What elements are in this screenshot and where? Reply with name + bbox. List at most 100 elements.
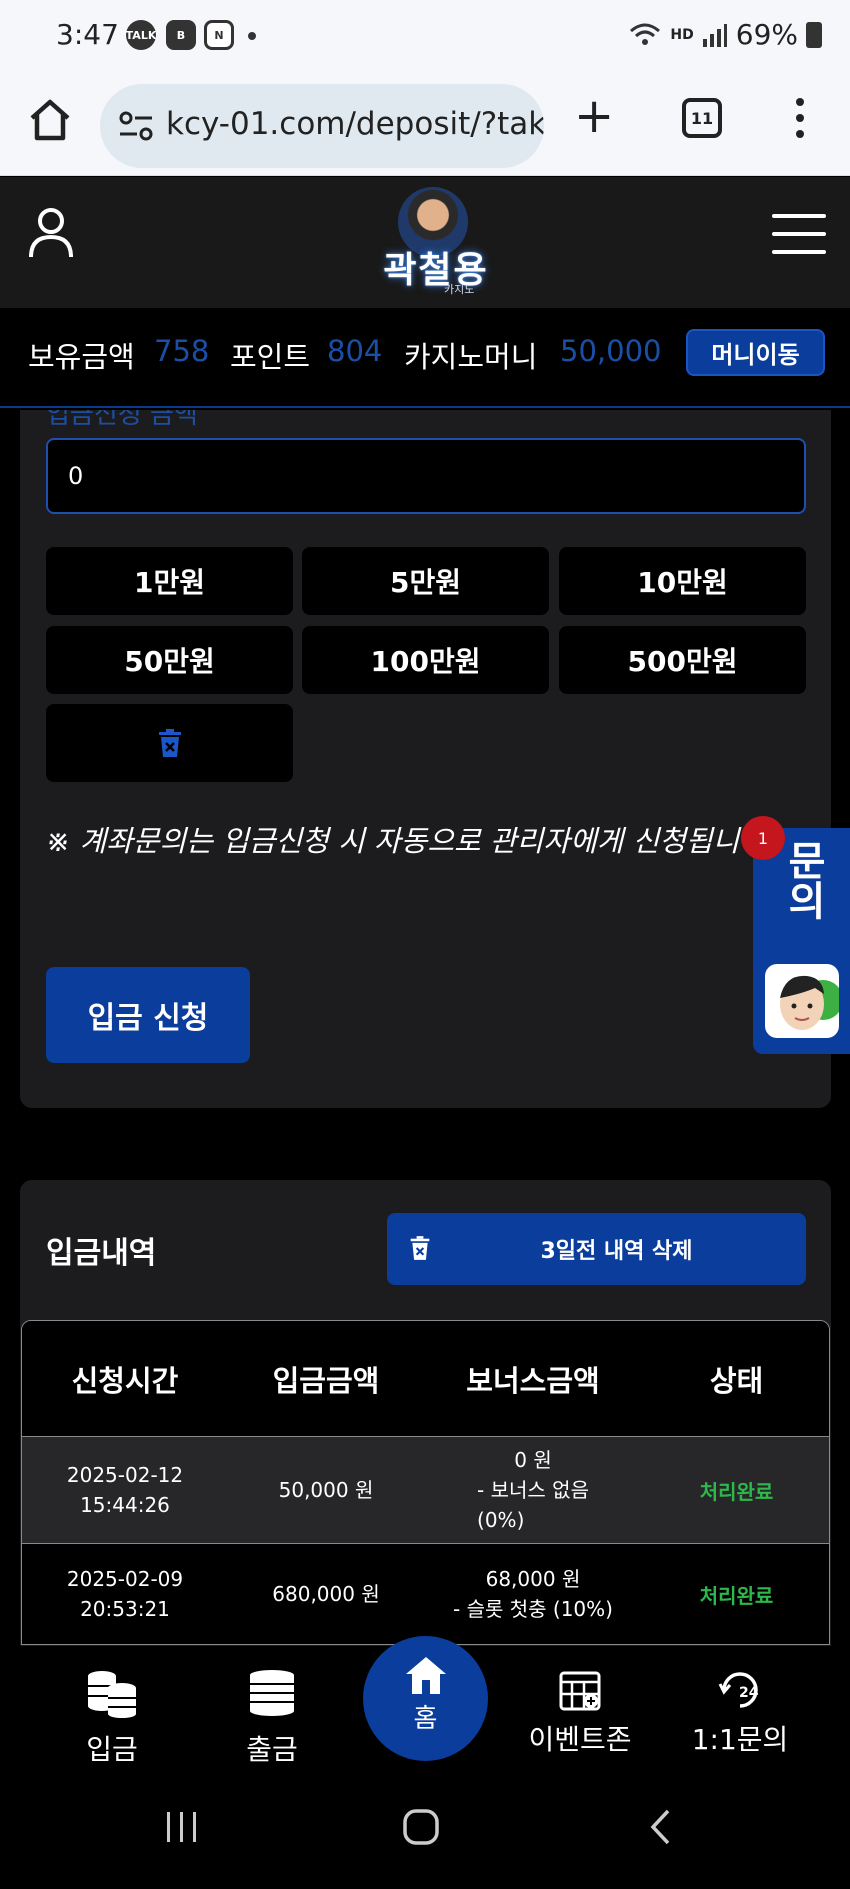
signal-icon xyxy=(702,23,727,47)
user-icon[interactable] xyxy=(28,207,74,259)
new-tab-icon[interactable]: + xyxy=(574,92,614,140)
col-status: 상태 xyxy=(709,1363,764,1398)
nav-withdraw-label: 출금 xyxy=(246,1733,298,1766)
inquiry-widget-label: 문의 xyxy=(780,840,826,920)
logo-subtext: 카지노 xyxy=(444,283,475,296)
row-amount: 50,000 원 xyxy=(278,1478,374,1502)
holding-value: 758 xyxy=(154,334,210,368)
svg-text:24: 24 xyxy=(739,1685,759,1701)
row-date: 2025-02-12 xyxy=(66,1463,184,1487)
row-bonus-desc: - 보너스 없음 xyxy=(477,1478,589,1502)
more-notifications-icon xyxy=(248,32,256,40)
balance-bar: 보유금액 758 포인트 804 카지노머니 50,000 머니이동 xyxy=(0,308,850,408)
logo-text: 곽철용 xyxy=(383,250,489,291)
browser-menu-icon[interactable] xyxy=(796,98,804,138)
address-bar[interactable]: kcy-01.com/deposit/?tak xyxy=(100,84,544,168)
nav-deposit[interactable]: 입금 xyxy=(72,1668,152,1768)
row-bonus-amount: 68,000 원 xyxy=(485,1567,581,1591)
nav-inquiry-label: 1:1문의 xyxy=(691,1723,789,1756)
history-title: 입금내역 xyxy=(46,1236,157,1271)
support-avatar xyxy=(765,964,839,1038)
url-text: kcy-01.com/deposit/?tak xyxy=(166,106,544,142)
nav-home[interactable]: 홈 xyxy=(363,1636,488,1761)
row-bonus-desc: - 슬롯 첫충 (10%) xyxy=(453,1597,613,1621)
history-table: 신청시간 입금금액 보너스금액 상태 2025-02-12 15:44:26 50… xyxy=(21,1320,830,1645)
android-nav-bar xyxy=(0,1774,850,1889)
nav-event-label: 이벤트존 xyxy=(528,1723,632,1756)
row-bonus: 0 원 - 보너스 없음 (0%) xyxy=(424,1437,642,1543)
back-icon[interactable] xyxy=(648,1808,672,1846)
amount-input[interactable]: 0 xyxy=(46,438,806,514)
point-label: 포인트 xyxy=(230,340,311,374)
col-deposit-amount: 입금금액 xyxy=(272,1363,380,1398)
battery-percent: 69% xyxy=(735,18,798,51)
hd-voice-icon: HD xyxy=(670,26,694,43)
deposit-history-card: 입금내역 3일전 내역 삭제 신청시간 입금금액 보너스금액 상태 2025-0… xyxy=(20,1180,831,1646)
col-bonus-amount: 보너스금액 xyxy=(466,1363,600,1398)
coin-stack-icon xyxy=(88,1671,136,1718)
quick-amount-5m-button[interactable]: 500만원 xyxy=(559,626,806,694)
inquiry-widget[interactable]: 문의 xyxy=(753,828,850,1054)
site-header: 곽철용 카지노 xyxy=(0,177,850,308)
main-content: 입금신청 금액 0 1만원 5만원 10만원 50만원 100만원 500만원 … xyxy=(0,410,850,1646)
table-row: 2025-02-12 15:44:26 50,000 원 0 원 - 보너스 없음… xyxy=(22,1437,829,1544)
menu-icon[interactable] xyxy=(772,214,826,254)
nav-deposit-label: 입금 xyxy=(86,1733,138,1766)
table-header-row: 신청시간 입금금액 보너스금액 상태 xyxy=(22,1321,829,1437)
row-bonus-amount: 0 원 xyxy=(514,1448,552,1472)
tab-switcher-button[interactable]: 11 xyxy=(682,98,722,138)
android-home-icon[interactable] xyxy=(402,1808,440,1846)
row-amount: 680,000 원 xyxy=(272,1582,380,1606)
wifi-icon xyxy=(630,23,661,45)
quick-amount-100k-button[interactable]: 10만원 xyxy=(559,547,806,615)
quick-amount-50k-button[interactable]: 5만원 xyxy=(302,547,549,615)
quick-amount-500k-button[interactable]: 50만원 xyxy=(46,626,293,694)
col-request-time: 신청시간 xyxy=(71,1363,179,1398)
holding-label: 보유금액 xyxy=(28,340,135,374)
clear-amount-button[interactable] xyxy=(46,704,293,782)
status-right: HD 69% xyxy=(628,18,822,51)
nav-event-zone[interactable]: 이벤트존 xyxy=(520,1668,640,1768)
recent-apps-icon[interactable] xyxy=(164,1810,200,1844)
account-inquiry-notice: ※ 계좌문의는 입금신청 시 자동으로 관리자에게 신청됩니다. xyxy=(46,824,776,858)
casino-money-label: 카지노머니 xyxy=(404,340,538,374)
money-transfer-button[interactable]: 머니이동 xyxy=(686,329,825,376)
status-badge: 처리완료 xyxy=(699,1479,774,1504)
nav-inquiry[interactable]: 24 1:1문의 xyxy=(690,1668,790,1768)
support-24-icon: 24 xyxy=(718,1672,759,1708)
b-notification-icon: B xyxy=(166,20,196,50)
row-date: 2025-02-09 xyxy=(66,1567,184,1591)
agent-face-icon xyxy=(780,975,839,1030)
status-time: 3:47 xyxy=(56,18,119,51)
status-badge: 처리완료 xyxy=(699,1583,774,1608)
row-datetime: 2025-02-09 20:53:21 xyxy=(22,1544,228,1644)
nav-home-label: 홈 xyxy=(413,1704,438,1734)
deposit-submit-button[interactable]: 입금 신청 xyxy=(46,967,250,1063)
nav-withdraw[interactable]: 출금 xyxy=(232,1668,312,1768)
quick-amount-10k-button[interactable]: 1만원 xyxy=(46,547,293,615)
row-time: 15:44:26 xyxy=(80,1493,170,1517)
table-row: 2025-02-09 20:53:21 680,000 원 68,000 원 - … xyxy=(22,1544,829,1644)
quick-amount-1m-button[interactable]: 100만원 xyxy=(302,626,549,694)
casino-money-value: 50,000 xyxy=(560,334,662,368)
site-logo[interactable]: 곽철용 카지노 xyxy=(360,185,508,297)
browser-toolbar: kcy-01.com/deposit/?tak + 11 xyxy=(0,72,850,176)
status-bar: 3:47 TALK B N HD 69% xyxy=(0,0,850,72)
n-notification-icon: N xyxy=(204,20,234,50)
trash-icon xyxy=(158,729,181,757)
battery-icon xyxy=(806,21,822,48)
point-value: 804 xyxy=(327,334,383,368)
row-time: 20:53:21 xyxy=(80,1597,170,1621)
delete-old-history-button[interactable]: 3일전 내역 삭제 xyxy=(387,1213,806,1285)
site-settings-icon[interactable] xyxy=(118,110,154,142)
coin-stack-icon xyxy=(250,1670,294,1716)
deposit-form-card: 입금신청 금액 0 1만원 5만원 10만원 50만원 100만원 500만원 … xyxy=(20,410,831,1108)
bottom-nav: 입금 출금 홈 이벤트존 24 1:1문의 xyxy=(0,1636,850,1774)
delete-old-history-label: 3일전 내역 삭제 xyxy=(540,1239,693,1264)
row-datetime: 2025-02-12 15:44:26 xyxy=(22,1437,228,1543)
home-icon xyxy=(405,1657,446,1694)
row-bonus: 68,000 원 - 슬롯 첫충 (10%) xyxy=(424,1544,642,1644)
browser-home-icon[interactable] xyxy=(26,96,74,144)
talk-notification-icon: TALK xyxy=(126,20,156,50)
amount-label: 입금신청 금액 xyxy=(46,410,198,430)
